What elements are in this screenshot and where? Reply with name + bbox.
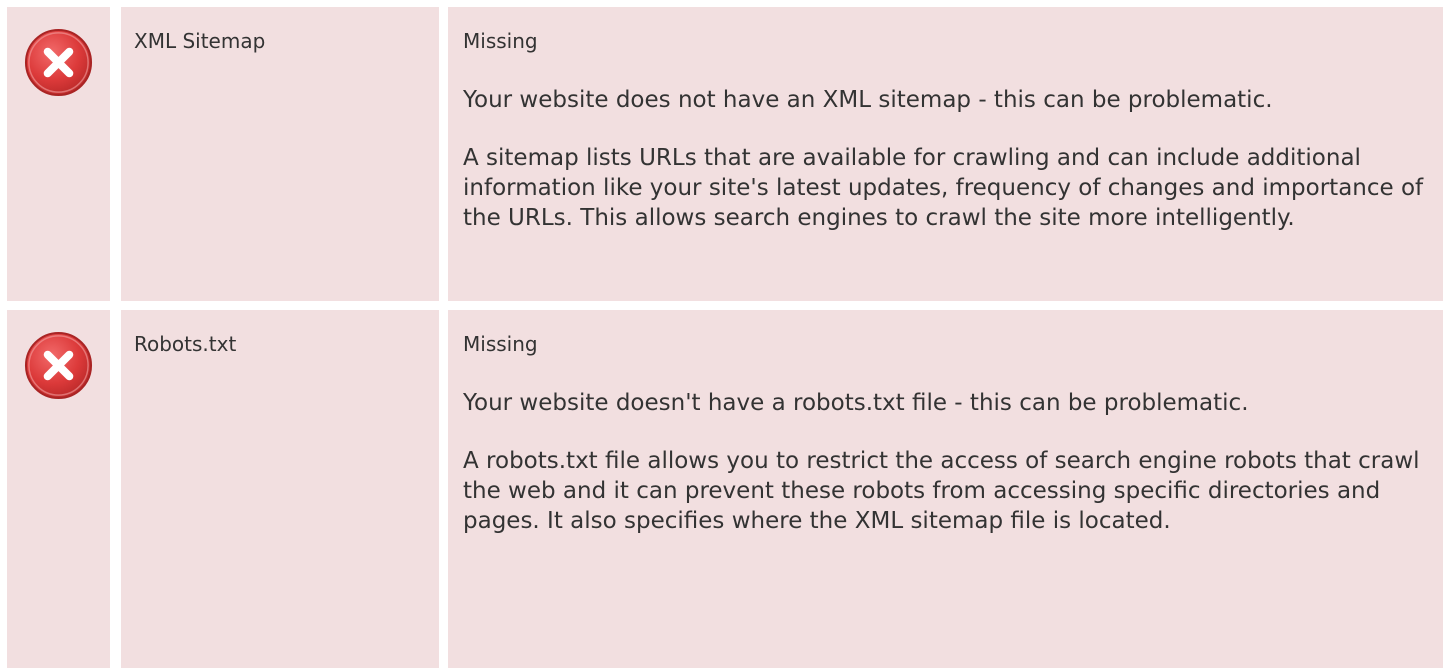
check-row-robots-txt: Robots.txt Missing Your website doesn't … bbox=[0, 310, 1450, 668]
error-x-icon bbox=[23, 330, 94, 401]
description-text: A sitemap lists URLs that are available … bbox=[463, 145, 1424, 231]
check-detail-cell: Missing Your website does not have an XM… bbox=[448, 7, 1443, 301]
description-text: A robots.txt file allows you to restrict… bbox=[463, 448, 1420, 534]
check-name: XML Sitemap bbox=[134, 29, 266, 53]
status-text: Missing bbox=[463, 332, 538, 356]
check-row-xml-sitemap: XML Sitemap Missing Your website does no… bbox=[0, 7, 1450, 301]
check-detail-cell: Missing Your website doesn't have a robo… bbox=[448, 310, 1443, 668]
status-icon-cell bbox=[7, 310, 110, 668]
status-icon-cell bbox=[7, 7, 110, 301]
check-name-cell: Robots.txt bbox=[121, 310, 439, 668]
status-text: Missing bbox=[463, 29, 538, 53]
check-name-cell: XML Sitemap bbox=[121, 7, 439, 301]
check-name: Robots.txt bbox=[134, 332, 237, 356]
seo-report: XML Sitemap Missing Your website does no… bbox=[0, 0, 1450, 668]
error-x-icon bbox=[23, 27, 94, 98]
summary-text: Your website doesn't have a robots.txt f… bbox=[463, 390, 1249, 416]
summary-text: Your website does not have an XML sitema… bbox=[463, 87, 1273, 113]
